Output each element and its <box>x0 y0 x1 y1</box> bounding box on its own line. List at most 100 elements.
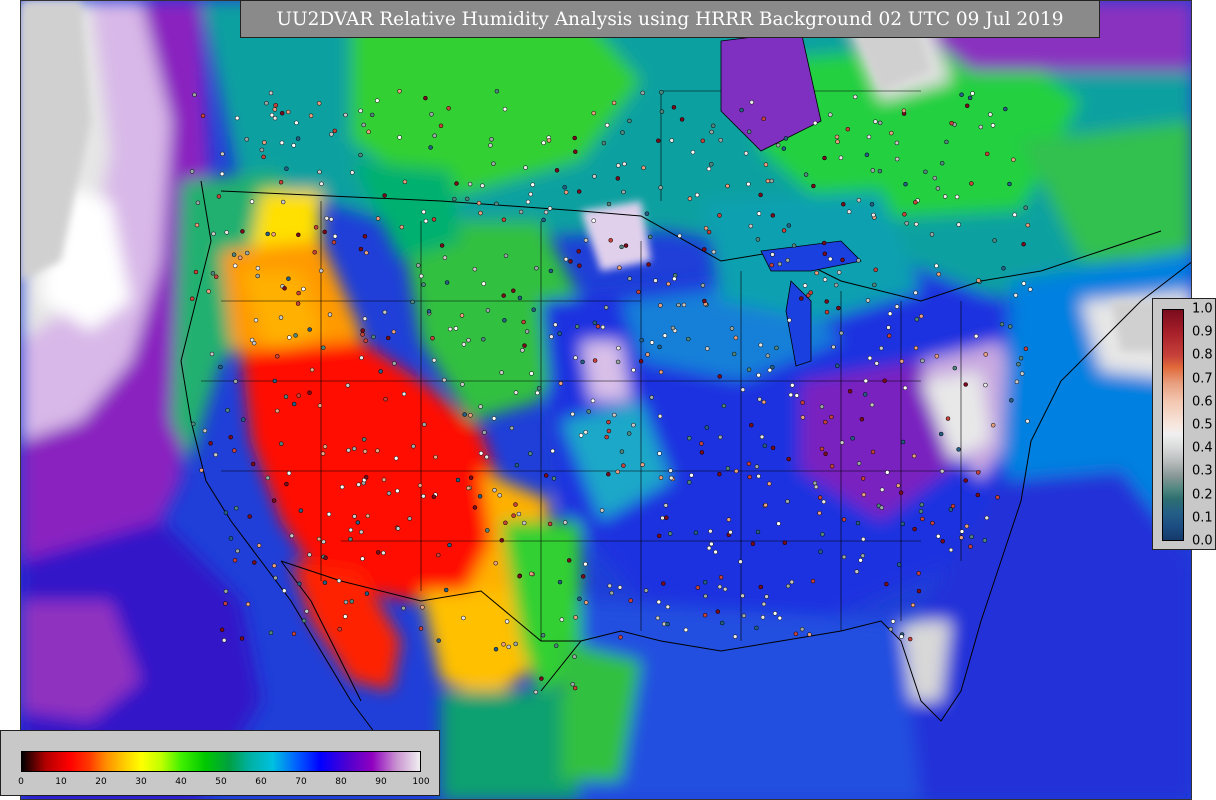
map-panel <box>20 0 1192 800</box>
station-marker <box>812 120 818 126</box>
station-marker <box>244 250 250 256</box>
station-marker <box>942 194 948 199</box>
station-marker <box>867 355 873 361</box>
station-marker <box>572 685 578 691</box>
station-marker <box>901 108 907 113</box>
station-marker <box>520 348 525 353</box>
station-marker <box>914 317 920 322</box>
station-marker <box>494 88 500 94</box>
station-marker <box>210 271 216 276</box>
station-marker <box>235 548 240 554</box>
station-marker <box>392 361 397 366</box>
station-marker <box>700 138 706 144</box>
station-marker <box>743 151 749 156</box>
station-marker <box>363 475 369 480</box>
station-marker <box>944 139 949 145</box>
station-marker <box>547 206 553 211</box>
station-marker <box>640 90 645 96</box>
station-marker <box>194 222 200 228</box>
station-marker <box>929 232 935 237</box>
station-marker <box>504 619 510 624</box>
station-marker <box>223 510 229 515</box>
station-marker <box>459 313 465 318</box>
station-marker <box>514 462 520 468</box>
station-marker <box>355 520 361 525</box>
station-marker <box>938 431 944 437</box>
station-marker <box>821 499 827 505</box>
station-marker <box>431 217 437 222</box>
station-marker <box>783 136 789 141</box>
station-marker <box>1013 293 1018 298</box>
station-marker <box>291 401 297 407</box>
station-marker <box>963 478 968 483</box>
station-marker <box>641 165 646 171</box>
station-marker <box>822 251 828 257</box>
station-marker <box>874 361 879 366</box>
station-marker <box>477 494 483 499</box>
station-marker <box>913 290 918 296</box>
station-marker <box>666 281 671 287</box>
station-marker <box>401 605 406 611</box>
station-marker <box>213 274 219 279</box>
station-marker <box>619 244 624 250</box>
station-marker <box>592 358 598 363</box>
station-marker <box>481 281 486 286</box>
station-marker <box>323 555 328 561</box>
station-marker <box>988 112 993 117</box>
station-marker <box>503 520 508 526</box>
station-marker <box>249 337 255 343</box>
station-marker <box>247 514 252 519</box>
station-marker <box>378 369 383 374</box>
station-marker <box>360 556 365 561</box>
station-marker <box>503 253 509 259</box>
rh-tick-label: 30 <box>135 777 147 787</box>
station-marker <box>431 358 437 363</box>
station-marker <box>791 243 797 248</box>
station-marker <box>531 307 536 312</box>
station-marker <box>749 100 754 105</box>
station-marker <box>824 299 829 304</box>
station-marker <box>746 181 751 187</box>
station-marker <box>945 416 951 421</box>
station-marker <box>244 137 249 142</box>
station-marker <box>823 451 828 457</box>
station-marker <box>280 199 286 205</box>
station-marker <box>856 197 862 203</box>
station-marker <box>411 444 416 449</box>
station-marker <box>799 296 804 301</box>
station-marker <box>364 591 370 596</box>
observation-colorbar: 1.0 0.9 0.8 0.7 0.6 0.5 0.4 0.3 0.2 0.1 … <box>1152 298 1216 550</box>
station-marker <box>401 391 407 397</box>
station-marker <box>687 480 692 485</box>
station-marker <box>195 200 201 206</box>
station-marker <box>307 327 312 332</box>
station-marker <box>990 422 996 428</box>
obs-tick-label: 0.0 <box>1192 533 1213 549</box>
station-marker <box>769 262 774 268</box>
station-marker <box>1009 398 1014 403</box>
station-marker <box>990 123 996 128</box>
station-marker <box>464 196 470 202</box>
station-marker <box>659 90 664 95</box>
station-marker <box>375 216 381 221</box>
station-marker <box>255 265 261 271</box>
station-marker <box>794 393 800 398</box>
station-marker <box>316 536 322 542</box>
station-marker <box>885 470 890 475</box>
station-marker <box>627 276 632 281</box>
station-marker <box>764 594 769 599</box>
station-marker <box>785 583 791 589</box>
station-marker <box>547 521 553 527</box>
station-marker <box>343 599 349 605</box>
station-marker <box>894 140 900 146</box>
station-marker <box>1028 287 1033 292</box>
station-marker <box>739 107 744 113</box>
station-marker <box>983 382 988 388</box>
station-marker <box>706 545 712 551</box>
station-marker <box>1014 379 1020 385</box>
station-marker <box>725 183 730 189</box>
station-marker <box>218 364 223 370</box>
station-marker <box>289 533 295 539</box>
station-marker <box>580 359 585 365</box>
station-marker <box>522 343 527 348</box>
